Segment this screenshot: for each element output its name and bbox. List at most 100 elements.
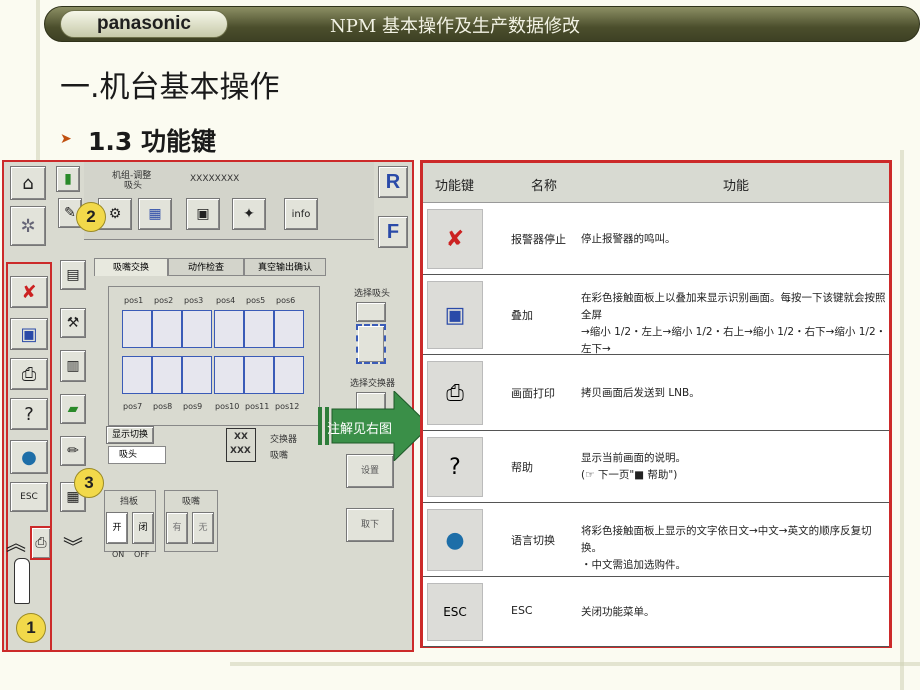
pos-cell[interactable] bbox=[244, 356, 274, 394]
legend-xxx: XXX bbox=[230, 446, 251, 456]
key-name: 报警器停止 bbox=[511, 233, 566, 246]
pos-label: pos8 bbox=[153, 402, 173, 411]
pos-cell[interactable] bbox=[244, 310, 274, 348]
header-key: 功能键 bbox=[435, 179, 475, 194]
select-head-slot[interactable] bbox=[356, 302, 386, 322]
bullet-arrow-icon: ➤ bbox=[60, 131, 72, 147]
tab-vacuum-check[interactable]: 真空输出确认 bbox=[244, 258, 326, 276]
doc-button[interactable]: ▣ bbox=[186, 198, 220, 230]
clamp-close-button[interactable]: 闭 bbox=[132, 512, 154, 544]
remove-button[interactable]: 取下 bbox=[346, 508, 394, 542]
tab-action-check[interactable]: 动作检查 bbox=[168, 258, 244, 276]
vine-decoration-bottom bbox=[230, 662, 920, 666]
info-button[interactable]: info bbox=[284, 198, 318, 230]
hand-pointer-up-icon bbox=[14, 558, 30, 604]
select-head-box[interactable] bbox=[356, 324, 386, 364]
vine-decoration-right bbox=[900, 150, 904, 690]
marker-2: 2 bbox=[76, 202, 106, 232]
module-icon[interactable]: ▮ bbox=[56, 166, 80, 192]
pos-cell[interactable] bbox=[122, 356, 152, 394]
description-line: 停止报警器的鸣叫。 bbox=[581, 232, 676, 245]
header-title: NPM 基本操作及生产数据修改 bbox=[330, 16, 581, 37]
front-key-button[interactable]: F bbox=[378, 216, 408, 248]
key-description: 关闭功能菜单。 bbox=[581, 604, 887, 621]
pos-label: pos4 bbox=[216, 296, 236, 305]
function-key-table: 功能键 名称 功能 ✘ 报警器停止 停止报警器的鸣叫。 ▣ 叠加 在彩色接触面板上以叠加来… bbox=[420, 160, 892, 648]
on-label: ON bbox=[112, 550, 125, 559]
pos-label: pos9 bbox=[183, 402, 203, 411]
pos-cell[interactable] bbox=[152, 310, 182, 348]
pos-cell[interactable] bbox=[214, 356, 244, 394]
tab-nozzle-change[interactable]: 吸嘴交换 bbox=[94, 258, 168, 276]
rear-key-button[interactable]: R bbox=[378, 166, 408, 198]
board-icon[interactable]: ▰ bbox=[60, 394, 86, 424]
off-label: OFF bbox=[134, 550, 150, 559]
scroll-up-icon[interactable]: ︽ bbox=[6, 524, 26, 558]
marker-3: 3 bbox=[74, 468, 104, 498]
print-small-button[interactable]: ⎙ bbox=[30, 526, 52, 560]
nozzle-no-button[interactable]: 无 bbox=[192, 512, 214, 544]
legend-nozzle: 吸嘴 bbox=[270, 451, 289, 461]
key-name: ESC bbox=[511, 604, 533, 617]
select-head-label: 选择吸头 bbox=[354, 289, 391, 299]
table-row: ⎙ 画面打印 拷贝画面后发送到 LNB。 bbox=[423, 355, 889, 431]
clamp-label: 挡板 bbox=[120, 497, 139, 507]
pos-cell[interactable] bbox=[122, 310, 152, 348]
description-line: 显示当前画面的说明。 bbox=[581, 452, 686, 464]
clamp-open-button[interactable]: 开 bbox=[106, 512, 128, 544]
home-icon[interactable]: ⌂ bbox=[10, 166, 46, 200]
subsection-title: 1.3 功能键 bbox=[88, 127, 216, 156]
pos-label: pos3 bbox=[184, 296, 204, 305]
header-function: 功能 bbox=[723, 179, 750, 194]
pos-label: pos2 bbox=[154, 296, 174, 305]
pos-label: pos10 bbox=[215, 402, 240, 411]
pos-label: pos5 bbox=[246, 296, 266, 305]
globe-icon: ● bbox=[427, 509, 483, 571]
overlay-icon: ▣ bbox=[427, 281, 483, 349]
description-line: 将彩色接触面板上显示的文字依日文→中文→英文的顺序反复切换。 bbox=[581, 525, 872, 554]
legend-xx: XX bbox=[234, 432, 248, 442]
table-row: ? 帮助 显示当前画面的说明。 (☞ 下一页"■ 帮助") bbox=[423, 431, 889, 503]
wrench-icon[interactable]: ⚒ bbox=[60, 308, 86, 338]
pos-cell[interactable] bbox=[274, 310, 304, 348]
pos-label: pos1 bbox=[124, 296, 144, 305]
display-switch-button[interactable]: 显示切换 bbox=[106, 426, 154, 444]
pos-cell[interactable] bbox=[182, 356, 212, 394]
legend-changer: 交换器 bbox=[270, 435, 298, 445]
pos-label: pos6 bbox=[276, 296, 296, 305]
feeder-icon[interactable]: ▥ bbox=[60, 350, 86, 382]
pos-cell[interactable] bbox=[182, 310, 212, 348]
panel-button[interactable]: ▦ bbox=[138, 198, 172, 230]
print-button[interactable]: ⎙ bbox=[10, 358, 48, 390]
key-name: 帮助 bbox=[511, 461, 533, 474]
language-button[interactable]: ● bbox=[10, 440, 48, 474]
overlay-button[interactable]: ▣ bbox=[10, 318, 48, 350]
nozzle-yes-button[interactable]: 有 bbox=[166, 512, 188, 544]
header-name: 名称 bbox=[531, 179, 558, 194]
description-line: 在彩色接触面板上以叠加来显示识别画面。每按一下该键就会按照全屏 bbox=[581, 291, 886, 321]
esc-button[interactable]: ESC bbox=[10, 482, 48, 512]
scroll-down-icon[interactable]: ︾ bbox=[60, 530, 86, 560]
table-row: ESC ESC 关闭功能菜单。 bbox=[423, 577, 889, 647]
key-name: 语言切换 bbox=[511, 534, 555, 547]
esc-icon: ESC bbox=[427, 583, 483, 641]
vine-decoration-left bbox=[36, 0, 40, 160]
pos-cell[interactable] bbox=[152, 356, 182, 394]
head-label: 吸头 bbox=[124, 181, 143, 191]
key-name: 画面打印 bbox=[511, 387, 555, 400]
tab-camera-icon[interactable]: ▤ bbox=[60, 260, 86, 290]
pen-icon[interactable]: ✏ bbox=[60, 436, 86, 466]
help-icon: ? bbox=[427, 437, 483, 497]
alarm-stop-icon: ✘ bbox=[427, 209, 483, 269]
print-icon: ⎙ bbox=[427, 361, 483, 425]
table-row: ● 语言切换 将彩色接触面板上显示的文字依日文→中文→英文的顺序反复切换。 ・中文需追… bbox=[423, 503, 889, 577]
pos-cell[interactable] bbox=[274, 356, 304, 394]
key-description: 拷贝画面后发送到 LNB。 bbox=[581, 385, 887, 402]
gear-button[interactable]: ✦ bbox=[232, 198, 266, 230]
alarm-stop-button[interactable]: ✘ bbox=[10, 276, 48, 308]
fan-icon[interactable]: ✲ bbox=[10, 206, 46, 246]
table-row: ▣ 叠加 在彩色接触面板上以叠加来显示识别画面。每按一下该键就会按照全屏 →缩小 1/… bbox=[423, 275, 889, 372]
pos-cell[interactable] bbox=[214, 310, 244, 348]
marker-1: 1 bbox=[16, 613, 46, 643]
help-button[interactable]: ? bbox=[10, 398, 48, 430]
